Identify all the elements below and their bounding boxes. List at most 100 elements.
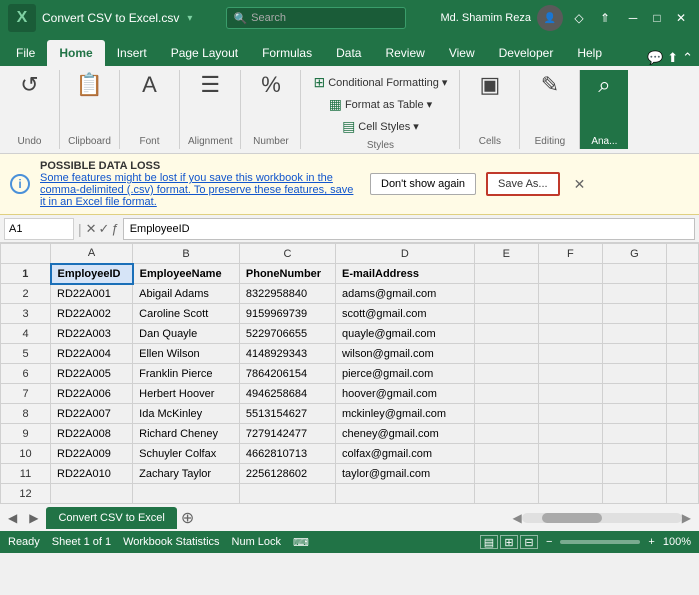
cell[interactable]: RD22A003 [51,324,133,344]
save-as-button[interactable]: Save As... [486,172,560,196]
cell[interactable] [474,264,538,284]
clipboard-button[interactable]: 📋 [70,72,110,98]
tab-help[interactable]: Help [565,40,614,66]
cell[interactable] [538,464,602,484]
cell[interactable]: quayle@gmail.com [335,324,474,344]
cell[interactable] [666,484,698,504]
cell[interactable] [666,424,698,444]
cell[interactable] [602,264,666,284]
cell[interactable] [538,404,602,424]
cell[interactable] [538,264,602,284]
cell[interactable] [474,384,538,404]
dont-show-again-button[interactable]: Don't show again [370,173,476,195]
sheet-next-button[interactable]: ▶ [25,509,42,527]
cell[interactable]: Franklin Pierce [133,364,240,384]
cell[interactable] [538,424,602,444]
col-header-F[interactable]: F [538,244,602,264]
cell[interactable] [474,284,538,304]
tab-review[interactable]: Review [373,40,436,66]
cell[interactable] [666,304,698,324]
cell[interactable] [666,324,698,344]
tab-insert[interactable]: Insert [105,40,159,66]
cell[interactable] [538,284,602,304]
cell[interactable]: RD22A001 [51,284,133,304]
cells-button[interactable]: ▣ [470,72,510,98]
cell[interactable] [602,464,666,484]
cell[interactable] [474,324,538,344]
cell[interactable] [666,384,698,404]
cell[interactable] [666,264,698,284]
cell[interactable] [133,484,240,504]
sheet-tab[interactable]: Convert CSV to Excel [46,507,176,529]
cell[interactable]: wilson@gmail.com [335,344,474,364]
sheet-prev-button[interactable]: ◀ [4,509,21,527]
scrollbar-thumb[interactable] [542,513,602,523]
cell[interactable]: RD22A008 [51,424,133,444]
tab-data[interactable]: Data [324,40,373,66]
cell[interactable] [474,404,538,424]
col-header-B[interactable]: B [133,244,240,264]
tab-formulas[interactable]: Formulas [250,40,324,66]
page-break-view-button[interactable]: ⊟ [520,535,538,549]
cell[interactable]: PhoneNumber [239,264,335,284]
cell[interactable] [474,344,538,364]
search-box[interactable]: 🔍 Search [226,7,406,29]
cell[interactable] [602,344,666,364]
cell[interactable]: RD22A006 [51,384,133,404]
cell-styles-button[interactable]: ▤ Cell Styles ▾ [338,116,423,137]
cell[interactable] [666,284,698,304]
cell[interactable]: scott@gmail.com [335,304,474,324]
confirm-formula-icon[interactable]: ✓ [99,221,110,237]
cell[interactable] [666,444,698,464]
cell-reference-box[interactable]: A1 [4,218,74,240]
cell[interactable]: Dan Quayle [133,324,240,344]
cell[interactable] [538,324,602,344]
workbook-stats[interactable]: Workbook Statistics [123,536,219,548]
cell[interactable] [538,484,602,504]
cell[interactable]: 4662810713 [239,444,335,464]
cell[interactable] [474,464,538,484]
close-button[interactable]: ✕ [671,8,691,28]
format-table-dropdown-icon[interactable]: ▾ [427,98,433,111]
cell[interactable]: taylor@gmail.com [335,464,474,484]
scroll-right-button[interactable]: ▶ [682,511,691,525]
cell[interactable] [474,364,538,384]
undo-button[interactable]: ↺ [10,72,50,98]
tab-developer[interactable]: Developer [487,40,566,66]
cell[interactable] [602,444,666,464]
cell[interactable] [602,324,666,344]
share-ribbon-icon[interactable]: ⬆ [667,50,678,66]
cell[interactable]: Ellen Wilson [133,344,240,364]
conditional-dropdown-icon[interactable]: ▾ [442,76,448,89]
cell[interactable]: 8322958840 [239,284,335,304]
font-button[interactable]: A [130,72,170,98]
cell[interactable]: Schuyler Colfax [133,444,240,464]
col-header-E[interactable]: E [474,244,538,264]
insert-function-icon[interactable]: ƒ [111,221,118,237]
cell[interactable] [666,344,698,364]
spreadsheet-area[interactable]: A B C D E F G 1EmployeeIDEmployeeNamePho… [0,243,699,503]
cell[interactable]: adams@gmail.com [335,284,474,304]
comments-icon[interactable]: 💬 [647,50,663,66]
cell[interactable] [602,304,666,324]
cell[interactable] [602,284,666,304]
number-button[interactable]: % [251,72,291,98]
cell[interactable]: EmployeeName [133,264,240,284]
cell[interactable] [474,424,538,444]
col-header-G[interactable]: G [602,244,666,264]
cell[interactable] [666,464,698,484]
cell[interactable]: RD22A005 [51,364,133,384]
collapse-ribbon-icon[interactable]: ⌃ [682,50,693,66]
cell[interactable]: RD22A007 [51,404,133,424]
cell[interactable] [602,364,666,384]
editing-button[interactable]: ✎ [530,72,570,98]
tab-file[interactable]: File [4,40,47,66]
tab-home[interactable]: Home [47,40,104,66]
col-header-D[interactable]: D [335,244,474,264]
cell[interactable]: RD22A004 [51,344,133,364]
cell-styles-dropdown-icon[interactable]: ▾ [413,120,419,133]
cell[interactable] [538,444,602,464]
cell[interactable]: Ida McKinley [133,404,240,424]
cell[interactable]: E-mailAddress [335,264,474,284]
cell[interactable] [602,384,666,404]
